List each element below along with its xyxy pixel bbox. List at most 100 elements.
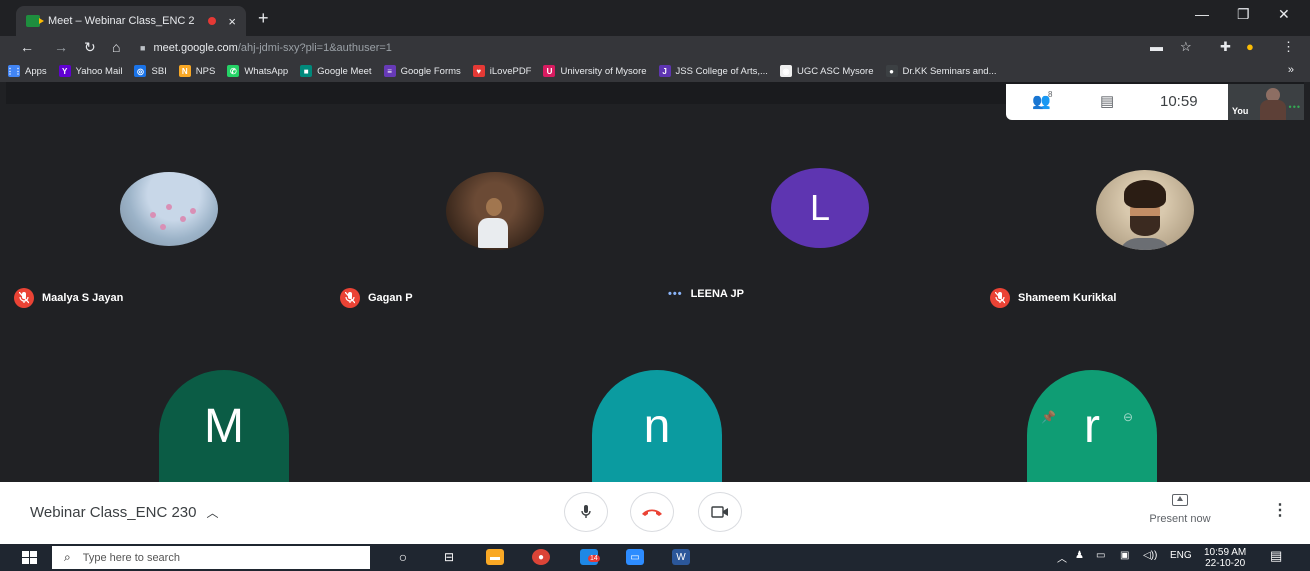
bookmark-item[interactable]: ◉ UGC ASC Mysore — [779, 65, 874, 77]
participant-avatar-maalya — [120, 172, 218, 246]
bookmark-label: University of Mysore — [560, 65, 647, 77]
bookmark-favicon-icon: ♥ — [472, 65, 485, 77]
participant-name: Maalya S Jayan — [42, 292, 124, 304]
extensions-icon[interactable]: ✚ — [1220, 39, 1231, 55]
lock-icon: ■ — [140, 43, 146, 53]
meeting-details-toggle[interactable]: Webinar Class_ENC 230 ︿ — [30, 504, 218, 521]
avatar-initial: M — [204, 399, 244, 453]
restore-button[interactable]: ❐ — [1237, 6, 1250, 23]
new-tab-button[interactable]: + — [258, 8, 269, 29]
profile-avatar-icon[interactable]: ● — [1246, 39, 1254, 54]
chrome-icon[interactable]: ● — [532, 549, 550, 565]
bookmark-label: Apps — [25, 65, 47, 77]
bookmark-item[interactable]: N NPS — [178, 65, 216, 77]
shameem-hair — [1124, 180, 1166, 208]
action-center-icon[interactable]: ▤ — [1270, 548, 1282, 564]
chat-icon[interactable]: ▤ — [1100, 92, 1114, 110]
bookmark-favicon-icon: ● — [885, 65, 898, 77]
microphone-button[interactable] — [564, 492, 608, 532]
camera-icon — [711, 506, 728, 518]
camera-button[interactable] — [698, 492, 742, 532]
screen: Meet – Webinar Class_ENC 2 × + — ❐ ✕ ← →… — [0, 0, 1310, 571]
bookmark-item[interactable]: ◎ SBI — [134, 65, 167, 77]
network-icon[interactable]: ▣ — [1120, 550, 1129, 561]
bookmark-favicon-icon: Y — [58, 65, 71, 77]
pin-icon[interactable]: 📌 — [1041, 410, 1056, 424]
remove-icon[interactable]: ⊖ — [1123, 410, 1133, 424]
participant-avatar-r[interactable]: 📌 r ⊖ — [1027, 370, 1157, 482]
avatar-initial: r — [1084, 399, 1100, 453]
home-icon[interactable]: ⌂ — [112, 39, 120, 55]
bookmark-item[interactable]: ✆ WhatsApp — [227, 65, 288, 77]
microphone-icon — [581, 505, 591, 518]
minimize-button[interactable]: — — [1195, 6, 1209, 22]
bookmark-item[interactable]: ≡ Google Forms — [383, 65, 461, 77]
url-path: /ahj-jdmi-sxy?pli=1&authuser=1 — [237, 42, 392, 54]
bookmark-favicon-icon: ≡ — [383, 65, 396, 77]
bookmark-item[interactable]: ● Dr.KK Seminars and... — [885, 65, 997, 77]
tab-title: Meet – Webinar Class_ENC 2 — [48, 15, 195, 27]
bookmark-item[interactable]: ♥ iLovePDF — [472, 65, 532, 77]
bookmark-item[interactable]: U University of Mysore — [543, 65, 647, 77]
volume-icon[interactable]: ◁)) — [1143, 550, 1157, 561]
blossom-dot — [160, 224, 166, 230]
windows-start-icon[interactable] — [22, 551, 38, 565]
battery-icon[interactable]: ▭ — [1096, 550, 1105, 561]
gagan-head — [486, 198, 502, 216]
participant-avatar-gagan — [446, 172, 544, 250]
photos-app-icon[interactable]: 14 — [580, 549, 600, 565]
zoom-icon[interactable]: ▭ — [626, 549, 644, 565]
bookmark-favicon-icon: J — [658, 65, 671, 77]
url-host: meet.google.com — [153, 42, 238, 54]
participant-label-leena: ••• LEENA JP — [668, 288, 744, 300]
clock-date: 22-10-20 — [1205, 558, 1246, 569]
participant-label-maalya: Maalya S Jayan — [14, 288, 123, 308]
back-icon[interactable]: ← — [20, 39, 34, 55]
language-indicator[interactable]: ENG — [1170, 550, 1192, 561]
bookmark-item[interactable]: Y Yahoo Mail — [58, 65, 123, 77]
bookmark-item[interactable]: J JSS College of Arts,... — [658, 65, 768, 77]
bookmark-item[interactable]: ⋮⋮ Apps — [6, 65, 47, 77]
gagan-shirt — [478, 218, 508, 248]
participant-avatar-m: M — [159, 370, 289, 482]
forward-icon[interactable]: → — [54, 39, 68, 55]
bookmark-star-icon[interactable]: ☆ — [1180, 39, 1192, 55]
bookmark-favicon-icon: ✆ — [227, 65, 240, 77]
present-now-button[interactable]: Present now — [1140, 494, 1220, 525]
participant-avatar-n: n — [592, 370, 722, 482]
bookmark-label: Dr.KK Seminars and... — [902, 65, 997, 77]
bookmark-item[interactable]: ■ Google Meet — [300, 65, 372, 77]
meet-stage: 👥 8 ▤ 10:59 You ••• L Maalya S Jayan Gag… — [6, 82, 1304, 482]
present-screen-icon — [1172, 494, 1188, 506]
taskbar-search-box[interactable]: ⌕ Type here to search — [52, 546, 370, 569]
system-clock[interactable]: 10:59 AM 22-10-20 — [1204, 547, 1246, 569]
bookmark-label: WhatsApp — [244, 65, 289, 77]
tray-overflow-icon[interactable]: ︿ — [1057, 550, 1067, 565]
cortana-icon[interactable]: ○ — [394, 549, 412, 565]
self-view-tile[interactable]: You ••• — [1228, 84, 1304, 120]
people-icon[interactable]: ♟ — [1075, 550, 1084, 561]
self-options-icon[interactable]: ••• — [1289, 102, 1301, 112]
file-explorer-icon[interactable]: ▬ — [486, 549, 504, 565]
participant-name: LEENA JP — [690, 288, 744, 300]
end-call-button[interactable] — [630, 492, 674, 532]
reload-icon[interactable]: ↻ — [84, 39, 96, 56]
google-meet-favicon-icon — [26, 15, 44, 27]
bookmarks-overflow-button[interactable]: » — [1288, 64, 1294, 76]
word-icon[interactable]: W — [672, 549, 690, 565]
tab-close-button[interactable]: × — [228, 14, 236, 29]
browser-tab-meet[interactable]: Meet – Webinar Class_ENC 2 × — [16, 6, 246, 36]
participant-label-gagan: Gagan P — [340, 288, 413, 308]
close-window-button[interactable]: ✕ — [1278, 6, 1290, 23]
present-label: Present now — [1149, 513, 1211, 525]
more-options-icon[interactable]: ⋮ — [1272, 500, 1288, 520]
recording-dot-icon — [208, 17, 217, 25]
bookmark-label: iLovePDF — [489, 65, 532, 77]
bookmark-label: Yahoo Mail — [75, 65, 123, 77]
browser-menu-icon[interactable]: ⋮ — [1282, 39, 1295, 55]
task-view-icon[interactable]: ⊟ — [440, 549, 458, 565]
bookmark-label: NPS — [195, 65, 216, 77]
address-bar[interactable]: ■ meet.google.com/ahj-jdmi-sxy?pli=1&aut… — [140, 38, 1130, 58]
camera-in-use-icon[interactable]: ▬ — [1150, 39, 1163, 54]
participant-avatar-shameem — [1096, 170, 1194, 250]
